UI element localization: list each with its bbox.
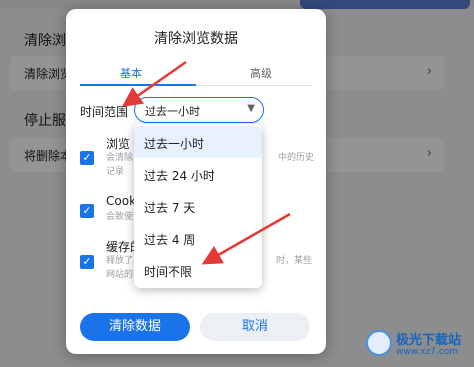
time-range-value: 过去一小时 [145,105,200,118]
option-all-time[interactable]: 时间不限 [134,254,262,286]
dialog-title: 清除浏览数据 [154,31,238,47]
aurora-logo-icon [366,330,392,356]
option-label: 时间不限 [144,265,193,279]
cached-files-desc: 释放了 [106,256,134,266]
checkbox-checked-icon[interactable]: ✓ [80,204,94,218]
cancel-button[interactable]: 取消 [200,313,310,341]
watermark: 极光下载站 www.xz7.com [366,326,472,366]
caret-down-icon: ▼ [247,103,255,114]
cookies-title: Cook [106,194,137,208]
checkbox-checked-icon[interactable]: ✓ [80,255,94,269]
watermark-name: 极光下载站 [396,333,462,348]
option-last-7-days[interactable]: 过去 7 天 [134,190,262,222]
tab-advanced[interactable]: 高级 [250,65,272,81]
browsing-history-title: 浏览 [106,137,131,151]
option-label: 过去 24 小时 [144,169,215,183]
time-range-label: 时间范围 [80,105,129,119]
time-range-select[interactable]: 过去一小时 ▼ [134,97,264,123]
active-tab-indicator [80,84,196,86]
checkbox-checked-icon[interactable]: ✓ [80,151,94,165]
cookies-desc: 会致使 [106,212,134,222]
tab-basic[interactable]: 基本 [120,65,142,81]
cached-files-desc-right: 时，某些 [276,256,313,266]
option-label: 过去 4 周 [144,233,196,247]
option-label: 过去 7 天 [144,201,196,215]
browsing-history-desc-line2: 记录 [106,167,125,177]
browsing-history-desc-right: 中的历史 [278,153,315,163]
cached-files-desc-line2: 网站的 [106,270,134,280]
watermark-url: www.xz7.com [396,347,458,357]
option-label: 过去一小时 [144,137,205,151]
time-range-dropdown: 过去一小时 过去 24 小时 过去 7 天 过去 4 周 时间不限 [134,124,262,288]
option-last-24-hours[interactable]: 过去 24 小时 [134,158,262,190]
clear-data-button[interactable]: 清除数据 [80,313,190,341]
browsing-history-desc: 会清除 [106,153,134,163]
option-last-4-weeks[interactable]: 过去 4 周 [134,222,262,254]
option-last-hour[interactable]: 过去一小时 [134,126,262,158]
